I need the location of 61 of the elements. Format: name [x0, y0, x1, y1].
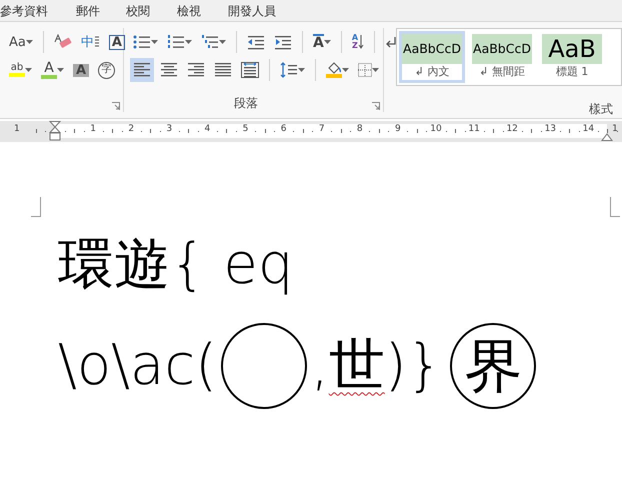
return-arrow-icon	[385, 35, 398, 49]
ribbon-tab[interactable]: 檢視	[177, 0, 201, 21]
document-text: )	[384, 338, 407, 394]
align-right-icon	[187, 62, 205, 78]
char-border-button[interactable]: A	[106, 30, 128, 54]
document-text: 環遊{ eq	[58, 236, 294, 292]
document-text: }	[406, 338, 442, 394]
ruler-number: 6	[280, 125, 286, 134]
dialog-launcher-icon[interactable]	[112, 102, 120, 110]
distributed-align-icon	[241, 62, 259, 78]
ribbon-tab[interactable]: 開發人員	[228, 0, 276, 21]
ruler-number: 3	[166, 125, 172, 134]
increase-indent-icon	[274, 34, 292, 50]
font-color-button[interactable]: A	[38, 58, 67, 82]
enclosed-character: 界	[450, 322, 536, 408]
ruler-number: 13	[544, 125, 556, 134]
ruler-number: 10	[430, 125, 442, 134]
phonetic-button[interactable]: 中	[78, 30, 103, 54]
ruby-marks-icon	[94, 35, 100, 49]
ruler-number: 8	[356, 125, 363, 134]
group-label: 段落	[234, 95, 258, 112]
align-justify-icon	[214, 62, 232, 78]
document-text: \o\ac(	[58, 338, 217, 394]
decrease-indent-icon	[247, 34, 265, 50]
sort-button[interactable]: A Z	[348, 30, 368, 54]
margin-corner-icon	[610, 197, 620, 217]
ribbon-tab[interactable]: 校閱	[126, 0, 150, 21]
document-text: 世	[328, 338, 385, 394]
dialog-launcher-icon[interactable]	[372, 102, 380, 110]
down-arrow-icon	[358, 34, 364, 50]
group-label: 樣式	[589, 101, 613, 118]
ruler-number: 1	[612, 125, 618, 134]
multilevel-list-icon	[201, 34, 219, 50]
highlight-button[interactable]: ab	[6, 58, 35, 82]
char-shading-button[interactable]: A	[70, 58, 92, 82]
style-option[interactable]: AaBbCcD ↲ 內文	[399, 31, 465, 83]
line-spacing-icon	[280, 62, 298, 78]
ruler-number: 4	[204, 125, 210, 134]
ruler-number: 9	[395, 125, 401, 134]
borders-icon	[358, 63, 372, 77]
eraser-icon	[54, 34, 72, 50]
paint-bucket-icon	[326, 62, 342, 74]
text-direction-button[interactable]: A	[310, 30, 334, 54]
document-text: ,	[310, 338, 329, 394]
margin-corner-icon	[31, 197, 41, 217]
ruler-number: 5	[242, 125, 248, 134]
ruler-number: 11	[468, 125, 480, 134]
change-case-button[interactable]: Aa	[6, 30, 36, 54]
align-left-button[interactable]	[130, 58, 154, 82]
bullet-list-icon	[133, 34, 151, 50]
ribbon-tab[interactable]: 參考資料	[0, 0, 48, 21]
ruler-number: 7	[318, 125, 325, 134]
ruler-number: 1	[90, 125, 96, 134]
ruler-number: 14	[582, 125, 594, 134]
ruler-number: 2	[128, 125, 134, 134]
align-left-icon	[133, 62, 151, 78]
numbered-list-icon	[167, 34, 185, 50]
align-center-icon	[160, 62, 178, 78]
ribbon-tab[interactable]: 郵件	[76, 0, 100, 21]
ruler-number: 1	[14, 125, 20, 134]
ruler-number: 12	[506, 125, 518, 134]
